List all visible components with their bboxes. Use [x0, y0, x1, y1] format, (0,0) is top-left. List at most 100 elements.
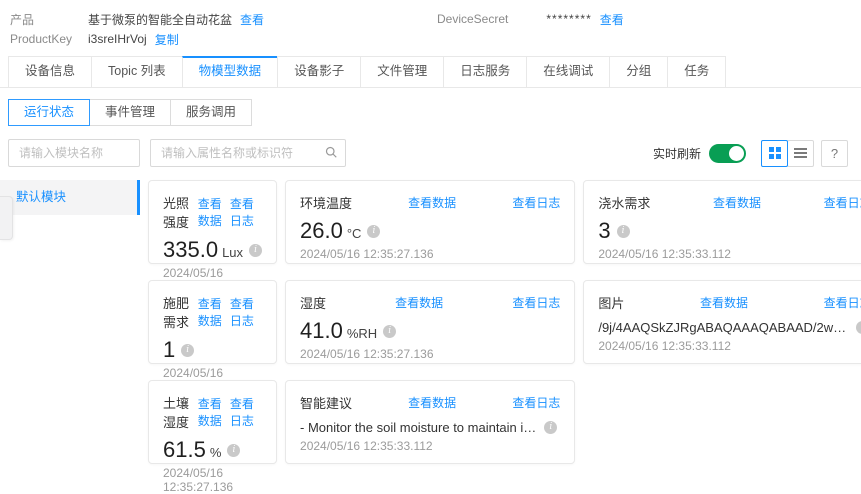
property-unit: °C	[346, 226, 362, 241]
property-value: 41.0	[300, 318, 343, 343]
view-controls: 实时刷新 ?	[652, 139, 848, 167]
tab-online-debug[interactable]: 在线调试	[526, 56, 610, 87]
view-log-link[interactable]: 查看日志	[230, 395, 262, 429]
search-icon	[325, 146, 337, 161]
devicesecret-value: ********	[546, 12, 592, 26]
subtab-service-invocation[interactable]: 服务调用	[170, 99, 253, 126]
property-card-image: 图片 查看数据 查看日志 /9j/4AAQSkZJRgABAQAAAQABAAD…	[583, 280, 861, 364]
property-timestamp: 2024/05/16 12:35:33.112	[598, 247, 731, 261]
productkey-copy-link[interactable]: 复制	[155, 31, 179, 48]
subtab-running-status[interactable]: 运行状态	[8, 99, 91, 126]
view-data-link[interactable]: 查看数据	[700, 294, 748, 311]
card-title: 智能建议	[300, 396, 353, 411]
card-title: 湿度	[300, 296, 327, 311]
tab-topic-list[interactable]: Topic 列表	[91, 56, 182, 87]
view-log-link[interactable]: 查看日志	[512, 194, 560, 211]
tab-log-service[interactable]: 日志服务	[443, 56, 527, 87]
realtime-refresh-label: 实时刷新	[652, 146, 701, 161]
property-card-soil-moisture: 土壤湿度 查看数据 查看日志 61.5 % i 2024/05/16 12:35…	[148, 380, 278, 494]
view-log-link[interactable]: 查看日志	[512, 294, 560, 311]
property-unit: Lux	[222, 245, 244, 260]
tab-task[interactable]: 任务	[667, 56, 727, 87]
property-unit: %	[209, 445, 222, 460]
card-title: 施肥需求	[163, 296, 190, 330]
property-search-box[interactable]	[150, 139, 346, 167]
property-timestamp: 2024/05/16 12:35:33.112	[300, 439, 433, 453]
productkey-row: ProductKey i3sreIHrVoj 复制	[10, 30, 861, 48]
view-log-link[interactable]: 查看日志	[824, 194, 861, 211]
view-data-link[interactable]: 查看数据	[713, 194, 761, 211]
view-data-link[interactable]: 查看数据	[408, 194, 456, 211]
card-title: 光照强度	[163, 196, 190, 230]
subtab-event-management[interactable]: 事件管理	[89, 99, 172, 126]
devicesecret-row: DeviceSecret ******** 查看	[437, 10, 624, 28]
info-icon[interactable]: i	[855, 320, 861, 334]
view-data-link[interactable]: 查看数据	[198, 395, 230, 429]
info-icon[interactable]: i	[249, 243, 263, 257]
property-timestamp: 2024/05/16 12:35:27.136	[163, 466, 234, 494]
property-value: 335.0	[163, 237, 219, 262]
view-log-link[interactable]: 查看日志	[824, 294, 861, 311]
property-cards-grid: 光照强度 查看数据 查看日志 335.0 Lux i 2024/05/16 12…	[140, 180, 861, 494]
property-card-ambient-temperature: 环境温度 查看数据 查看日志 26.0 °C i 2024/05/16 12:3…	[285, 180, 576, 264]
productkey-label: ProductKey	[10, 32, 73, 46]
property-card-humidity: 湿度 查看数据 查看日志 41.0 %RH i 2024/05/16 12:35…	[285, 280, 576, 364]
content-area: 默认模块 光照强度 查看数据 查看日志 335.0 Lux i 2024/05/…	[0, 180, 861, 494]
property-card-smart-suggestion: 智能建议 查看数据 查看日志 - Monitor the soil moistu…	[285, 380, 576, 464]
property-value: - Monitor the soil moisture to maintain …	[300, 419, 539, 435]
devicesecret-view-link[interactable]: 查看	[600, 11, 624, 28]
productkey-value: i3sreIHrVoj	[88, 32, 147, 46]
list-view-icon	[794, 146, 807, 160]
grid-view-button[interactable]	[761, 139, 788, 167]
view-log-link[interactable]: 查看日志	[230, 195, 262, 229]
property-value: 1	[163, 337, 176, 362]
info-icon[interactable]: i	[367, 224, 381, 238]
view-mode-group	[761, 139, 814, 167]
property-card-light-intensity: 光照强度 查看数据 查看日志 335.0 Lux i 2024/05/16 12…	[148, 180, 278, 294]
product-value: 基于微泵的智能全自动花盆	[88, 12, 233, 27]
info-icon[interactable]: i	[181, 343, 195, 357]
devicesecret-label: DeviceSecret	[437, 12, 509, 26]
module-sidebar: 默认模块	[0, 180, 140, 215]
device-info-header: 产品 基于微泵的智能全自动花盆 查看 ProductKey i3sreIHrVo…	[0, 0, 861, 52]
card-title: 环境温度	[300, 196, 353, 211]
property-unit: %RH	[346, 326, 378, 341]
tab-group[interactable]: 分组	[609, 56, 668, 87]
view-data-link[interactable]: 查看数据	[408, 394, 456, 411]
property-value: 61.5	[163, 437, 206, 462]
view-data-link[interactable]: 查看数据	[198, 295, 230, 329]
tab-device-shadow[interactable]: 设备影子	[277, 56, 361, 87]
info-icon[interactable]: i	[383, 324, 397, 338]
sub-tab-bar: 运行状态 事件管理 服务调用	[0, 99, 861, 126]
tab-device-info[interactable]: 设备信息	[8, 56, 92, 87]
tab-file-management[interactable]: 文件管理	[360, 56, 444, 87]
info-icon[interactable]: i	[227, 443, 241, 457]
module-search-box[interactable]	[8, 139, 188, 167]
property-timestamp: 2024/05/16 12:35:27.136	[300, 347, 434, 361]
view-data-link[interactable]: 查看数据	[198, 195, 230, 229]
product-label: 产品	[10, 12, 35, 27]
sidebar-item-default-module[interactable]: 默认模块	[0, 180, 140, 215]
product-view-link[interactable]: 查看	[240, 11, 264, 28]
question-mark-icon: ?	[830, 145, 839, 161]
tab-thing-model-data[interactable]: 物模型数据	[181, 56, 278, 87]
sidebar-item-label: 默认模块	[16, 190, 67, 204]
view-data-link[interactable]: 查看数据	[395, 294, 443, 311]
property-search-input[interactable]	[159, 145, 325, 161]
side-drawer-handle[interactable]	[0, 196, 13, 240]
product-row: 产品 基于微泵的智能全自动花盆 查看	[10, 10, 861, 28]
property-card-watering-demand: 浇水需求 查看数据 查看日志 3 i 2024/05/16 12:35:33.1…	[583, 180, 861, 264]
info-icon[interactable]: i	[616, 224, 630, 238]
grid-view-icon	[768, 147, 781, 159]
view-log-link[interactable]: 查看日志	[230, 295, 262, 329]
list-view-button[interactable]	[787, 139, 814, 167]
info-icon[interactable]: i	[544, 420, 558, 434]
property-timestamp: 2024/05/16 12:35:27.136	[300, 247, 434, 261]
card-title: 土壤湿度	[163, 396, 190, 430]
card-title: 浇水需求	[598, 196, 651, 211]
realtime-refresh-toggle[interactable]	[709, 143, 746, 163]
filter-toolbar: 实时刷新 ?	[0, 138, 861, 168]
help-button[interactable]: ?	[821, 139, 848, 167]
toggle-knob	[729, 145, 744, 161]
view-log-link[interactable]: 查看日志	[512, 394, 560, 411]
